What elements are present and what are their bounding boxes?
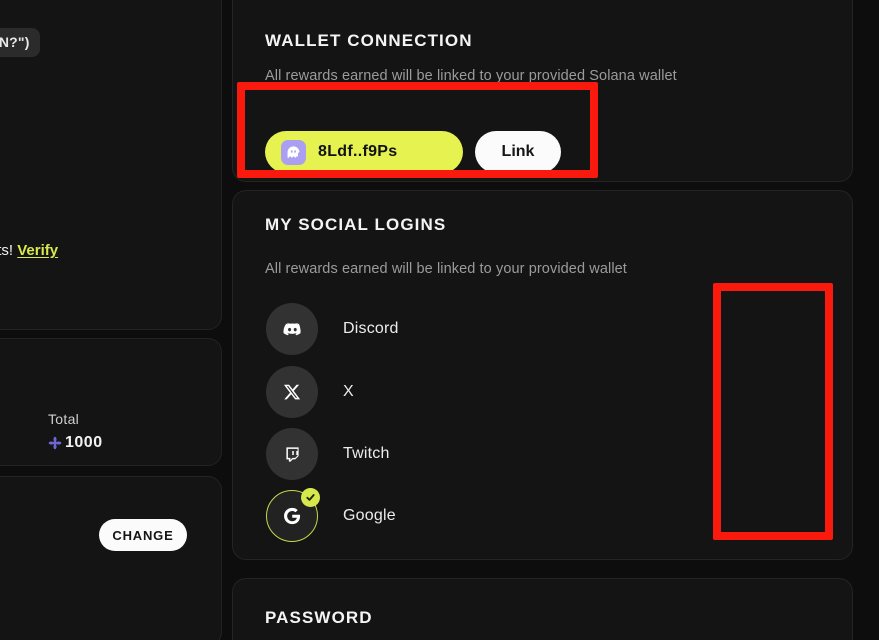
google-icon [266,488,320,542]
change-button-left[interactable]: CHANGE [99,519,187,551]
phantom-wallet-icon [281,139,306,165]
left-card-total [0,338,222,466]
wallet-section-title: WALLET CONNECTION [265,31,473,50]
social-row-discord: Discord [266,303,821,355]
google-glyph [284,507,301,525]
left-card-change [0,476,222,640]
ghost-glyph [287,145,300,158]
wallet-address-text: 8Ldf..f9Ps [318,143,398,160]
points-message: ob points! Verify [0,242,58,259]
connected-check-badge [301,488,320,507]
points-message-text: ob points! [0,242,14,259]
total-label: Total [48,411,80,427]
social-row-label: Google [343,507,396,524]
twitch-glyph [285,446,299,462]
social-row-label: Discord [343,320,399,337]
wallet-address-button[interactable]: 8Ldf..f9Ps [265,131,463,173]
social-row-label: Twitch [343,445,390,462]
social-row-x: X [266,366,821,418]
social-section-subtitle: All rewards earned will be linked to you… [265,261,627,277]
social-section-title: MY SOCIAL LOGINS [265,215,447,234]
solana-icon [48,436,62,450]
total-value-row: 1000 [48,434,103,452]
social-row-label: X [343,383,354,400]
discord-icon [266,303,318,355]
quote-chip: ROP IN?") [0,28,40,57]
twitch-icon [266,428,318,480]
check-glyph [306,494,315,501]
main-content-column: WALLET CONNECTION All rewards earned wil… [232,0,853,640]
x-glyph [283,384,301,400]
social-row-google: Google [266,488,821,542]
profile-settings-screen: ROP IN?") ified ob points! Verify Total … [0,0,879,640]
x-twitter-icon [266,366,318,418]
verify-link[interactable]: Verify [17,242,58,259]
left-sidebar-column: ROP IN?") ified ob points! Verify Total … [0,0,222,640]
link-wallet-button[interactable]: Link [475,131,561,173]
wallet-section-subtitle: All rewards earned will be linked to you… [265,68,677,84]
total-amount: 1000 [65,434,103,451]
discord-glyph [283,322,301,335]
wallet-buttons-row: 8Ldf..f9Ps Link [265,131,561,173]
social-row-twitch: Twitch [266,428,821,480]
password-section-title: PASSWORD [265,608,373,627]
